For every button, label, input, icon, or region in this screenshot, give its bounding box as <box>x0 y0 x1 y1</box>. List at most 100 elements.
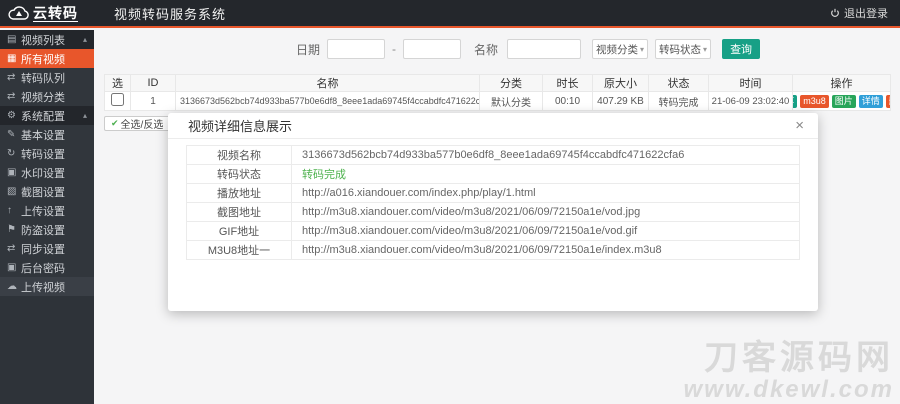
date-range-separator: - <box>392 42 397 56</box>
page-title: 视频转码服务系统 <box>114 6 227 22</box>
category-select[interactable]: 视频分类 ▾ <box>592 39 649 59</box>
exchange-icon: ⇄ <box>7 91 16 102</box>
table-row: 1 3136673d562bcb74d933ba577b0e6df8_8eee1… <box>104 91 891 111</box>
chevron-up-icon: ▴ <box>82 35 87 44</box>
details-button[interactable]: 详情 <box>858 94 883 108</box>
sidebar-item-watermark-settings[interactable]: ▣ 水印设置 <box>0 163 94 182</box>
name-label: 名称 <box>474 42 499 57</box>
sidebar-filler <box>0 296 94 404</box>
pencil-icon: ✎ <box>7 129 16 140</box>
search-button[interactable]: 查询 <box>722 39 761 59</box>
col-id: ID <box>130 74 176 92</box>
chevron-down-icon: ▾ <box>640 44 645 54</box>
row-size: 407.29 KB <box>592 91 649 111</box>
m3u8-button[interactable]: m3u8 <box>800 94 829 108</box>
sidebar-item-upload-video[interactable]: ☁ 上传视频 <box>0 277 94 296</box>
film-icon: ▤ <box>7 34 17 45</box>
status-select[interactable]: 转码状态 ▾ <box>655 39 712 59</box>
flag-icon: ⚑ <box>7 224 16 235</box>
sidebar-item-all-videos[interactable]: ▦ 所有视频 <box>0 49 94 68</box>
exchange-icon: ⇄ <box>7 243 16 254</box>
exchange-icon: ⇄ <box>7 72 16 83</box>
sidebar-section-system-config[interactable]: ⚙ 系统配置 ▴ <box>0 106 94 125</box>
col-time: 时间 <box>708 74 793 92</box>
row-name: 3136673d562bcb74d933ba577b0e6df8_8eee1ad… <box>175 91 480 111</box>
sidebar-item-screenshot-settings[interactable]: ▨ 截图设置 <box>0 182 94 201</box>
detail-row-gif-url: GIF地址 http://m3u8.xiandouer.com/video/m3… <box>186 221 800 241</box>
key-icon: ▣ <box>7 262 17 273</box>
share-button[interactable]: 分享 <box>793 94 798 108</box>
date-label: 日期 <box>296 42 321 57</box>
stamp-icon: ▣ <box>7 167 17 178</box>
detail-row-name: 视频名称 3136673d562bcb74d933ba577b0e6df8_8e… <box>186 145 800 165</box>
refresh-icon: ↻ <box>7 148 16 159</box>
watermark-url: www.dkewl.com <box>683 376 894 403</box>
table-header-row: 选 ID 名称 分类 时长 原大小 状态 时间 操作 <box>104 74 891 92</box>
row-id: 1 <box>130 91 176 111</box>
sidebar-section-video-list[interactable]: ▤ 视频列表 ▴ <box>0 30 94 49</box>
check-icon: ✔ <box>111 118 119 128</box>
sidebar-item-sync-settings[interactable]: ⇄ 同步设置 <box>0 239 94 258</box>
date-to-input[interactable] <box>403 39 462 59</box>
col-actions: 操作 <box>792 74 891 92</box>
sidebar-item-basic-settings[interactable]: ✎ 基本设置 <box>0 125 94 144</box>
sidebar-item-hotlink-settings[interactable]: ⚑ 防盗设置 <box>0 220 94 239</box>
row-checkbox[interactable] <box>111 93 124 106</box>
upload-icon: ↑ <box>7 205 12 216</box>
col-status: 状态 <box>648 74 709 92</box>
date-from-input[interactable] <box>327 39 386 59</box>
cloud-logo-icon <box>8 6 29 20</box>
row-actions: 分享 m3u8 图片 详情 删除 <box>793 94 890 108</box>
modal-header: 视频详细信息展示 × <box>168 113 818 139</box>
sidebar-item-transcode-queue[interactable]: ⇄ 转码队列 <box>0 68 94 87</box>
col-name: 名称 <box>175 74 480 92</box>
filter-bar: 日期 - 名称 视频分类 ▾ 转码状态 ▾ 查询 <box>296 30 900 60</box>
m3u8-url-value: http://m3u8.xiandouer.com/video/m3u8/202… <box>291 240 800 260</box>
col-select: 选 <box>104 74 131 92</box>
video-name-value: 3136673d562bcb74d933ba577b0e6df8_8eee1ad… <box>291 145 800 165</box>
row-time: 21-06-09 23:02:40 <box>708 91 793 111</box>
row-status: 转码完成 <box>648 91 709 111</box>
play-url-value: http://a016.xiandouer.com/index.php/play… <box>291 183 800 203</box>
row-category: 默认分类 <box>479 91 543 111</box>
power-icon <box>831 8 839 17</box>
sidebar-item-transcode-settings[interactable]: ↻ 转码设置 <box>0 144 94 163</box>
logout-label: 退出登录 <box>844 8 888 20</box>
detail-row-screenshot-url: 截图地址 http://m3u8.xiandouer.com/video/m3u… <box>186 202 800 222</box>
col-duration: 时长 <box>542 74 593 92</box>
detail-row-play-url: 播放地址 http://a016.xiandouer.com/index.php… <box>186 183 800 203</box>
video-detail-modal: 视频详细信息展示 × 视频名称 3136673d562bcb74d933ba57… <box>168 113 818 311</box>
chevron-up-icon: ▴ <box>82 111 87 120</box>
screenshot-url-value: http://m3u8.xiandouer.com/video/m3u8/202… <box>291 202 800 222</box>
transcode-status-value: 转码完成 <box>291 164 800 184</box>
watermark-text: 刀客源码网 <box>704 339 894 377</box>
image-button[interactable]: 图片 <box>831 94 856 108</box>
select-all-button[interactable]: ✔ 全选/反选 <box>104 116 171 131</box>
sidebar: ▤ 视频列表 ▴ ▦ 所有视频 ⇄ 转码队列 ⇄ 视频分类 ⚙ 系统配置 ▴ ✎… <box>0 30 94 404</box>
sidebar-item-video-categories[interactable]: ⇄ 视频分类 <box>0 87 94 106</box>
row-duration: 00:10 <box>542 91 593 111</box>
logout-button[interactable]: 退出登录 <box>830 5 888 21</box>
top-header: 云转码 视频转码服务系统 退出登录 <box>0 0 900 28</box>
logo-text: 云转码 <box>33 4 78 22</box>
sidebar-item-admin-password[interactable]: ▣ 后台密码 <box>0 258 94 277</box>
col-category: 分类 <box>479 74 543 92</box>
cloud-upload-icon: ☁ <box>7 281 17 292</box>
gif-url-value: http://m3u8.xiandouer.com/video/m3u8/202… <box>291 221 800 241</box>
name-input[interactable] <box>507 39 582 59</box>
app-logo: 云转码 <box>0 5 100 22</box>
chevron-down-icon: ▾ <box>703 44 708 54</box>
image-icon: ▨ <box>7 186 17 197</box>
detail-row-m3u8-url: M3U8地址一 http://m3u8.xiandouer.com/video/… <box>186 240 800 260</box>
site-watermark: 刀客源码网 www.dkewl.com <box>684 341 895 402</box>
video-table: 选 ID 名称 分类 时长 原大小 状态 时间 操作 1 3136673d562… <box>104 74 891 111</box>
gear-icon: ⚙ <box>7 110 16 121</box>
modal-title: 视频详细信息展示 <box>188 119 293 134</box>
detail-row-status: 转码状态 转码完成 <box>186 164 800 184</box>
delete-button[interactable]: 删除 <box>885 94 890 108</box>
close-icon[interactable]: × <box>795 118 804 133</box>
grid-icon: ▦ <box>7 53 17 64</box>
sidebar-item-upload-settings[interactable]: ↑ 上传设置 <box>0 201 94 220</box>
col-size: 原大小 <box>592 74 649 92</box>
video-detail-table: 视频名称 3136673d562bcb74d933ba577b0e6df8_8e… <box>186 145 800 260</box>
